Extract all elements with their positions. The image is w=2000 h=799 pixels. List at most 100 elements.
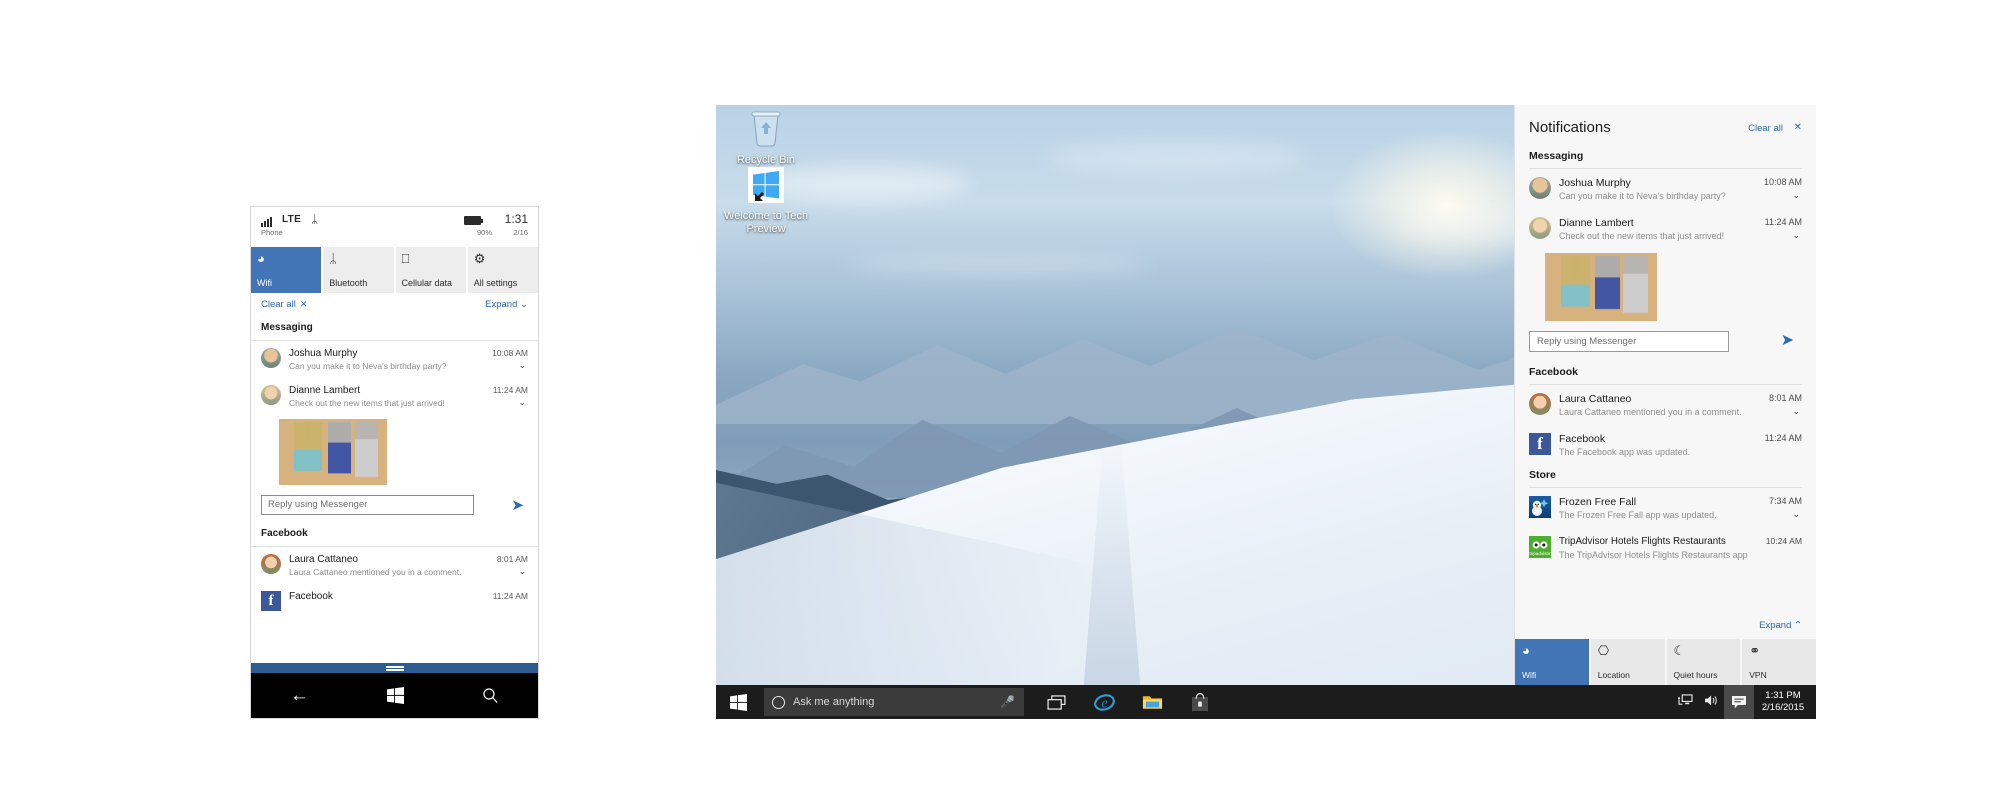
cloud xyxy=(1046,142,1306,172)
battery-percent: 90% xyxy=(477,228,492,237)
notification-row[interactable]: Dianne Lambert Check out the new items t… xyxy=(1515,209,1816,249)
phone-expand-label: Expand xyxy=(485,299,517,310)
internet-explorer-button[interactable]: e xyxy=(1084,685,1124,719)
phone-notification-row[interactable]: Joshua Murphy Can you make it to Neva's … xyxy=(251,341,538,378)
gear-icon: ⚙ xyxy=(474,252,538,268)
cortana-circle-icon xyxy=(772,696,785,709)
chevron-down-icon[interactable]: ⌄ xyxy=(518,397,526,408)
phone-notification-row[interactable]: f Facebook 11:24 AM xyxy=(251,584,538,616)
sim-card-icon: ⎕ xyxy=(402,252,466,268)
phone-notification-time: 10:08 AM xyxy=(492,348,528,358)
clock-date: 2/16/2015 xyxy=(1754,702,1812,714)
avatar xyxy=(1529,217,1551,239)
send-icon[interactable]: ➤ xyxy=(1781,330,1794,350)
clock[interactable]: 1:31 PM 2/16/2015 xyxy=(1754,690,1816,714)
notification-row[interactable]: tripadvisor TripAdvisor Hotels Flights R… xyxy=(1515,528,1816,568)
chevron-down-icon[interactable]: ⌄ xyxy=(518,360,526,371)
chevron-up-icon: ⌃ xyxy=(1794,620,1802,631)
recycle-bin-icon xyxy=(724,109,808,151)
vpn-icon: ⚭ xyxy=(1749,644,1816,660)
action-center-button[interactable] xyxy=(1724,685,1754,719)
notification-row[interactable]: Frozen Free Fall The Frozen Free Fall ap… xyxy=(1515,488,1816,528)
file-explorer-button[interactable] xyxy=(1132,685,1172,719)
notification-time: 8:01 AM xyxy=(1769,393,1802,403)
phone-notification-text: Check out the new items that just arrive… xyxy=(289,397,528,409)
phone-group-facebook: Facebook xyxy=(251,525,538,546)
phone-reply-input[interactable]: Reply using Messenger xyxy=(261,495,474,515)
back-icon[interactable]: ← xyxy=(290,685,309,707)
panel-group-messaging: Messaging xyxy=(1515,146,1816,168)
notification-time: 10:08 AM xyxy=(1764,177,1802,187)
notification-row[interactable]: f Facebook The Facebook app was updated.… xyxy=(1515,425,1816,465)
phone-tile-label: All settings xyxy=(474,278,518,288)
store-button[interactable] xyxy=(1180,685,1220,719)
desktop-icon-label: Welcome to Tech Preview xyxy=(724,210,808,235)
panel-expand-button[interactable]: Expand ⌃ xyxy=(1759,620,1802,631)
windows-start-icon[interactable] xyxy=(387,687,404,704)
panel-tile-quiet-hours[interactable]: ☾ Quiet hours xyxy=(1667,639,1741,685)
avatar xyxy=(261,385,281,405)
notification-time: 11:24 AM xyxy=(1765,433,1802,443)
cloud xyxy=(848,252,1148,278)
close-icon: ✕ xyxy=(300,299,308,309)
phone-tile-label: Wifi xyxy=(257,278,272,288)
search-icon[interactable] xyxy=(482,687,499,704)
desktop-icon-welcome-tech-preview[interactable]: Welcome to Tech Preview xyxy=(724,167,808,236)
phone-notification-row[interactable]: Laura Cattaneo Laura Cattaneo mentioned … xyxy=(251,547,538,584)
phone-clear-all-button[interactable]: Clear all✕ xyxy=(261,299,307,310)
phone-tile-label: Bluetooth xyxy=(329,278,367,288)
volume-icon[interactable] xyxy=(1698,694,1724,710)
reply-input[interactable]: Reply using Messenger xyxy=(1529,331,1729,352)
panel-tile-wifi[interactable]: ◕ Wifi xyxy=(1515,639,1589,685)
panel-tile-location[interactable]: ⎔ Location xyxy=(1591,639,1665,685)
panel-expand-label: Expand xyxy=(1759,620,1791,631)
signal-bars-icon xyxy=(261,216,272,227)
panel-tile-vpn[interactable]: ⚭ VPN xyxy=(1742,639,1816,685)
phone-group-messaging: Messaging xyxy=(251,319,538,340)
phone-notification-time: 11:24 AM xyxy=(493,591,528,601)
notification-time: 7:34 AM xyxy=(1769,496,1802,506)
network-type-label: LTE xyxy=(282,214,301,225)
start-button[interactable] xyxy=(716,685,760,719)
avatar xyxy=(261,348,281,368)
chevron-down-icon[interactable]: ⌄ xyxy=(1792,509,1800,520)
phone-tile-all-settings[interactable]: ⚙ All settings xyxy=(468,247,538,293)
network-icon[interactable] xyxy=(1672,694,1698,710)
bluetooth-icon: ᛦ xyxy=(329,252,393,268)
wifi-icon: ◕ xyxy=(257,252,321,268)
notification-row[interactable]: Joshua Murphy Can you make it to Neva's … xyxy=(1515,169,1816,209)
battery-icon xyxy=(464,216,481,225)
phone-tile-label: Cellular data xyxy=(402,278,453,288)
phone-drag-handle[interactable] xyxy=(251,663,538,673)
microphone-icon[interactable]: 🎤 xyxy=(1000,695,1015,709)
chevron-down-icon[interactable]: ⌄ xyxy=(1792,230,1800,241)
send-icon[interactable]: ➤ xyxy=(511,496,524,514)
avatar xyxy=(1529,177,1551,199)
phone-expand-button[interactable]: Expand ⌄ xyxy=(485,299,528,310)
phone-notification-row[interactable]: Dianne Lambert Check out the new items t… xyxy=(251,378,538,415)
panel-clear-all-button[interactable]: Clear all xyxy=(1748,123,1783,134)
chevron-down-icon[interactable]: ⌄ xyxy=(1792,406,1800,417)
task-view-button[interactable] xyxy=(1036,685,1076,719)
phone-tile-cellular-data[interactable]: ⎕ Cellular data xyxy=(396,247,466,293)
avatar xyxy=(1529,393,1551,415)
phone-quick-actions: ◕ Wifi ᛦ Bluetooth ⎕ Cellular data ⚙ All… xyxy=(251,247,538,293)
frozen-free-fall-icon xyxy=(1529,496,1551,518)
notification-title: Frozen Free Fall xyxy=(1559,495,1802,509)
phone-notification-text: Laura Cattaneo mentioned you in a commen… xyxy=(289,566,528,578)
desktop-icon-recycle-bin[interactable]: Recycle Bin xyxy=(724,109,808,167)
desktop-wallpaper: Recycle Bin Welcome to Tech Preview Noti… xyxy=(716,105,1816,719)
search-input[interactable]: Ask me anything 🎤 xyxy=(764,688,1024,716)
close-icon[interactable]: ✕ xyxy=(1794,122,1802,133)
panel-tile-label: VPN xyxy=(1749,670,1766,680)
notification-row[interactable]: Laura Cattaneo Laura Cattaneo mentioned … xyxy=(1515,385,1816,425)
phone-tile-bluetooth[interactable]: ᛦ Bluetooth xyxy=(323,247,393,293)
phone-tile-wifi[interactable]: ◕ Wifi xyxy=(251,247,321,293)
notification-time: 10:24 AM xyxy=(1766,536,1802,546)
phone-reply-row: Reply using Messenger ➤ xyxy=(251,491,538,525)
avatar xyxy=(261,554,281,574)
phone-notification-time: 8:01 AM xyxy=(497,554,528,564)
chevron-down-icon[interactable]: ⌄ xyxy=(518,566,526,577)
panel-tile-label: Location xyxy=(1598,670,1630,680)
chevron-down-icon[interactable]: ⌄ xyxy=(1792,190,1800,201)
